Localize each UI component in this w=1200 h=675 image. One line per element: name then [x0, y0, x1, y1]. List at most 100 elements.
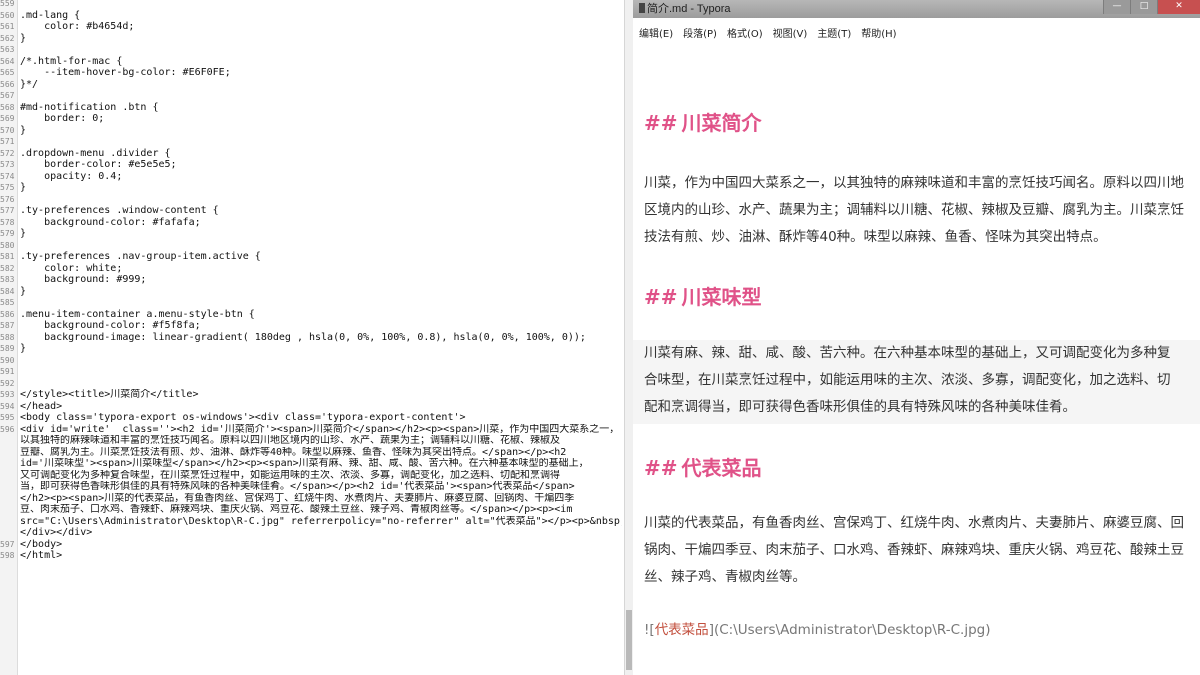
- image-mid-bracket: ](: [708, 622, 720, 638]
- line-number: 597: [0, 539, 15, 549]
- code-line[interactable]: 587 background-color: #f5f8fa;: [0, 320, 622, 332]
- code-line[interactable]: 585: [0, 297, 622, 309]
- line-text: .ty-preferences .window-content {: [20, 205, 219, 216]
- code-line[interactable]: 580: [0, 240, 622, 252]
- line-number: 581: [0, 252, 15, 261]
- code-line[interactable]: 571: [0, 136, 622, 148]
- code-line[interactable]: 当，即可获得色香味形俱佳的具有特殊风味的各种美味佳肴。</span></p><h…: [0, 481, 622, 493]
- line-text: 豆、肉末茄子、口水鸡、香辣虾、麻辣鸡块、重庆火锅、鸡豆花、酸辣土豆丝、辣子鸡、青…: [20, 504, 573, 515]
- heading-marker: ##: [644, 111, 678, 135]
- code-line[interactable]: 589}: [0, 343, 622, 355]
- code-line[interactable]: 572 .dropdown-menu .divider {: [0, 148, 622, 160]
- code-line[interactable]: 574 opacity: 0.4;: [0, 171, 622, 183]
- line-number: 562: [0, 33, 15, 43]
- close-button[interactable]: ✕: [1157, 0, 1200, 14]
- image-open-bracket: ![: [644, 622, 655, 638]
- line-text: }: [20, 343, 27, 354]
- code-line[interactable]: 598 </html>: [0, 550, 622, 562]
- code-line[interactable]: 以其独特的麻辣味道和丰富的烹饪技巧闻名。原料以四川地区境内的山珍、水产、蔬果为主…: [0, 435, 622, 447]
- menu-format[interactable]: 格式(O): [727, 25, 763, 45]
- code-line[interactable]: 593 </style><title>川菜简介</title>: [0, 389, 622, 401]
- minimize-button[interactable]: —: [1103, 0, 1130, 14]
- menu-edit[interactable]: 编辑(E): [639, 25, 673, 45]
- code-line[interactable]: </h2><p><span>川菜的代表菜品，有鱼香肉丝、宫保鸡丁、红烧牛肉、水煮…: [0, 493, 622, 505]
- code-line[interactable]: 562}: [0, 33, 622, 45]
- menu-view[interactable]: 视图(V): [773, 25, 808, 45]
- code-line[interactable]: 570}: [0, 125, 622, 137]
- code-line[interactable]: 560 .md-lang {: [0, 10, 622, 22]
- paragraph-section-3[interactable]: 川菜的代表菜品，有鱼香肉丝、宫保鸡丁、红烧牛肉、水煮肉片、夫妻肺片、麻婆豆腐、回…: [644, 510, 1184, 591]
- paragraph-section-1[interactable]: 川菜，作为中国四大菜系之一，以其独特的麻辣味道和丰富的烹饪技巧闻名。原料以四川地…: [644, 170, 1184, 251]
- line-text: color: white;: [20, 262, 123, 274]
- line-text: #md-notification .btn {: [20, 101, 159, 113]
- code-line[interactable]: 584}: [0, 286, 622, 298]
- code-line[interactable]: 578 background-color: #fafafa;: [0, 217, 622, 229]
- heading-section-1[interactable]: ## 川菜简介: [644, 104, 762, 142]
- line-number: 596: [0, 424, 15, 434]
- code-line[interactable]: 567: [0, 90, 622, 102]
- maximize-button[interactable]: □: [1130, 0, 1157, 14]
- code-line[interactable]: </div></div>: [0, 527, 622, 539]
- line-number: 573: [0, 160, 15, 169]
- code-line[interactable]: 597 </body>: [0, 539, 622, 551]
- code-line[interactable]: 569 border: 0;: [0, 113, 622, 125]
- code-line[interactable]: 576: [0, 194, 622, 206]
- code-line[interactable]: 581 .ty-preferences .nav-group-item.activ…: [0, 251, 622, 263]
- menu-paragraph[interactable]: 段落(P): [683, 25, 717, 45]
- code-editor-pane[interactable]: 559 560 .md-lang {561 color: #b4654d; 562} 5…: [0, 0, 624, 675]
- paragraph-section-2[interactable]: 川菜有麻、辣、甜、咸、酸、苦六种。在六种基本味型的基础上，又可调配变化为多种复合…: [644, 340, 1174, 421]
- editor-scrollbar-thumb[interactable]: [626, 610, 632, 670]
- app-icon: [639, 3, 645, 13]
- code-line[interactable]: 豆、肉末茄子、口水鸡、香辣虾、麻辣鸡块、重庆火锅、鸡豆花、酸辣土豆丝、辣子鸡、青…: [0, 504, 622, 516]
- line-number: 575: [0, 183, 15, 192]
- code-line[interactable]: 591: [0, 366, 622, 378]
- code-line[interactable]: 575}: [0, 182, 622, 194]
- code-line[interactable]: 595 <body class='typora-export os-windows…: [0, 412, 622, 424]
- code-line[interactable]: 596 <div id='write' class=''><h2 id='川菜简介…: [0, 424, 622, 436]
- menu-theme[interactable]: 主题(T): [817, 25, 851, 45]
- code-line[interactable]: 579}: [0, 228, 622, 240]
- code-line[interactable]: 566}*/: [0, 79, 622, 91]
- line-text: --item-hover-bg-color: #E6F0FE;: [20, 67, 231, 78]
- image-markdown-source[interactable]: ![代表菜品](C:\Users\Administrator\Desktop\R…: [644, 619, 991, 641]
- code-line[interactable]: src="C:\Users\Administrator\Desktop\R-C.…: [0, 516, 622, 528]
- line-number: 570: [0, 125, 15, 135]
- code-content[interactable]: 559 560 .md-lang {561 color: #b4654d; 562} 5…: [0, 0, 622, 562]
- code-line[interactable]: 561 color: #b4654d;: [0, 21, 622, 33]
- line-text: <body class='typora-export os-windows'><…: [20, 412, 466, 423]
- code-line[interactable]: 590: [0, 355, 622, 367]
- code-line[interactable]: 568 #md-notification .btn {: [0, 102, 622, 114]
- code-line[interactable]: 豆瓣、腐乳为主。川菜烹饪技法有煎、炒、油淋、酥炸等40种。味型以麻辣、鱼香、怪味…: [0, 447, 622, 459]
- line-number: 561: [0, 22, 15, 31]
- window-controls: — □ ✕: [1103, 0, 1200, 14]
- code-line[interactable]: 577 .ty-preferences .window-content {: [0, 205, 622, 217]
- code-line[interactable]: 563: [0, 44, 622, 56]
- heading-marker: ##: [644, 456, 678, 480]
- line-number: 576: [0, 194, 15, 204]
- line-number: 564: [0, 56, 15, 66]
- menu-help[interactable]: 帮助(H): [861, 25, 896, 45]
- line-number: 579: [0, 229, 15, 238]
- line-text: </html>: [20, 550, 63, 561]
- heading-text: 川菜味型: [681, 285, 762, 309]
- code-line[interactable]: 592: [0, 378, 622, 390]
- code-line[interactable]: 583 background: #999;: [0, 274, 622, 286]
- code-line[interactable]: id='川菜味型'><span>川菜味型</span></h2><p><span…: [0, 458, 622, 470]
- line-number: 593: [0, 390, 15, 399]
- line-number: 583: [0, 275, 15, 284]
- heading-section-3[interactable]: ## 代表菜品: [644, 449, 762, 487]
- code-line[interactable]: 559: [0, 0, 622, 10]
- code-line[interactable]: 588 background-image: linear-gradient( 1…: [0, 332, 622, 344]
- code-line[interactable]: 594 </head>: [0, 401, 622, 413]
- line-text: }: [20, 124, 27, 136]
- code-line[interactable]: 586 .menu-item-container a.menu-style-btn…: [0, 309, 622, 321]
- image-alt-text: 代表菜品: [654, 622, 709, 638]
- code-line[interactable]: 564 /*.html-for-mac {: [0, 56, 622, 68]
- code-line[interactable]: 582 color: white;: [0, 263, 622, 275]
- code-line[interactable]: 又可调配变化为多种复合味型，在川菜烹饪过程中，如能运用味的主次、浓淡、多寡，调配…: [0, 470, 622, 482]
- line-text: border-color: #e5e5e5;: [20, 159, 177, 170]
- line-text: 又可调配变化为多种复合味型，在川菜烹饪过程中，如能运用味的主次、浓淡、多寡，调配…: [20, 469, 560, 481]
- code-line[interactable]: 565 --item-hover-bg-color: #E6F0FE;: [0, 67, 622, 79]
- heading-section-2[interactable]: ## 川菜味型: [644, 278, 762, 316]
- code-line[interactable]: 573 border-color: #e5e5e5;: [0, 159, 622, 171]
